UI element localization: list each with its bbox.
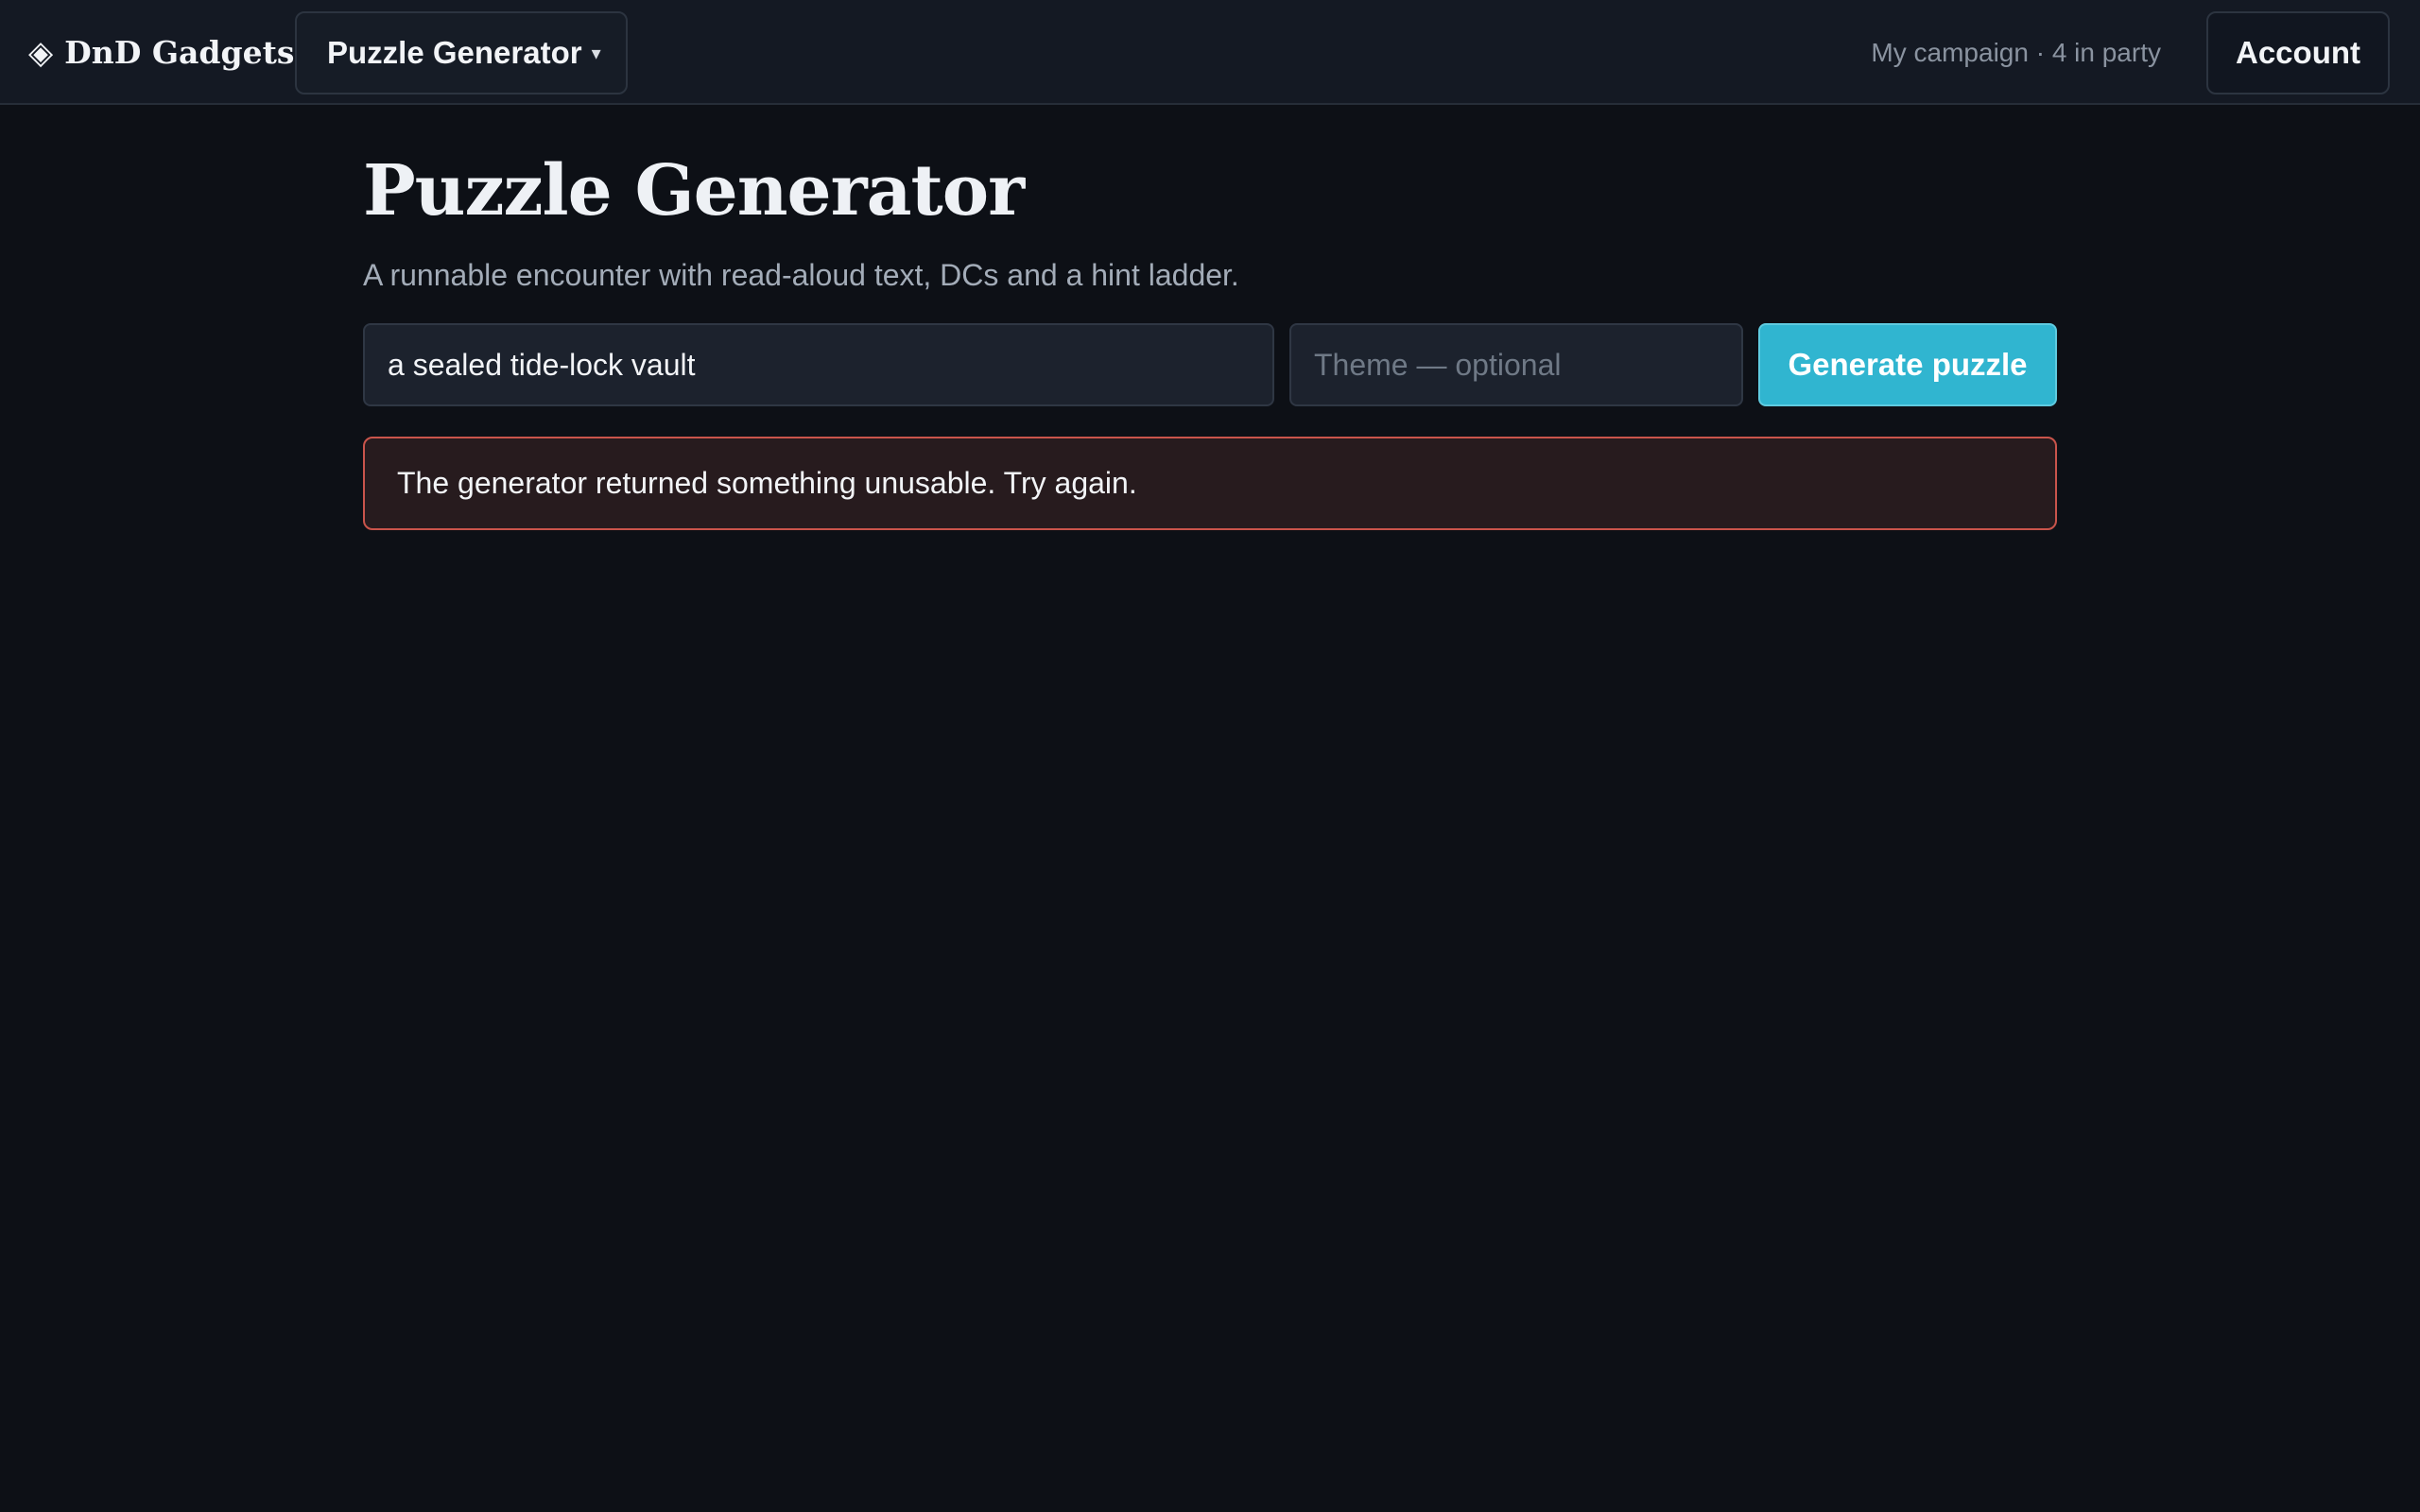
tool-selector-label: Puzzle Generator [327,35,582,70]
tool-selector-dropdown[interactable]: Puzzle Generator ▾ [295,11,628,94]
page-title: Puzzle Generator [363,150,1025,232]
error-message: The generator returned something unusabl… [397,466,1137,500]
puzzle-prompt-input[interactable] [363,323,1274,406]
brand-name: DnD Gadgets [64,34,295,71]
campaign-status: My campaign · 4 in party [1871,37,2161,67]
brand-logo[interactable]: ◈ DnD Gadgets [28,0,294,105]
chevron-down-icon: ▾ [591,43,601,64]
page-subtitle: A runnable encounter with read-aloud tex… [363,258,1239,292]
error-alert: The generator returned something unusabl… [363,437,2057,530]
account-button[interactable]: Account [2206,11,2390,94]
diamond-logo-icon: ◈ [28,33,54,72]
generate-puzzle-button[interactable]: Generate puzzle [1758,323,2057,406]
top-navigation-bar: ◈ DnD Gadgets Puzzle Generator ▾ My camp… [0,0,2420,105]
theme-input[interactable] [1289,323,1743,406]
